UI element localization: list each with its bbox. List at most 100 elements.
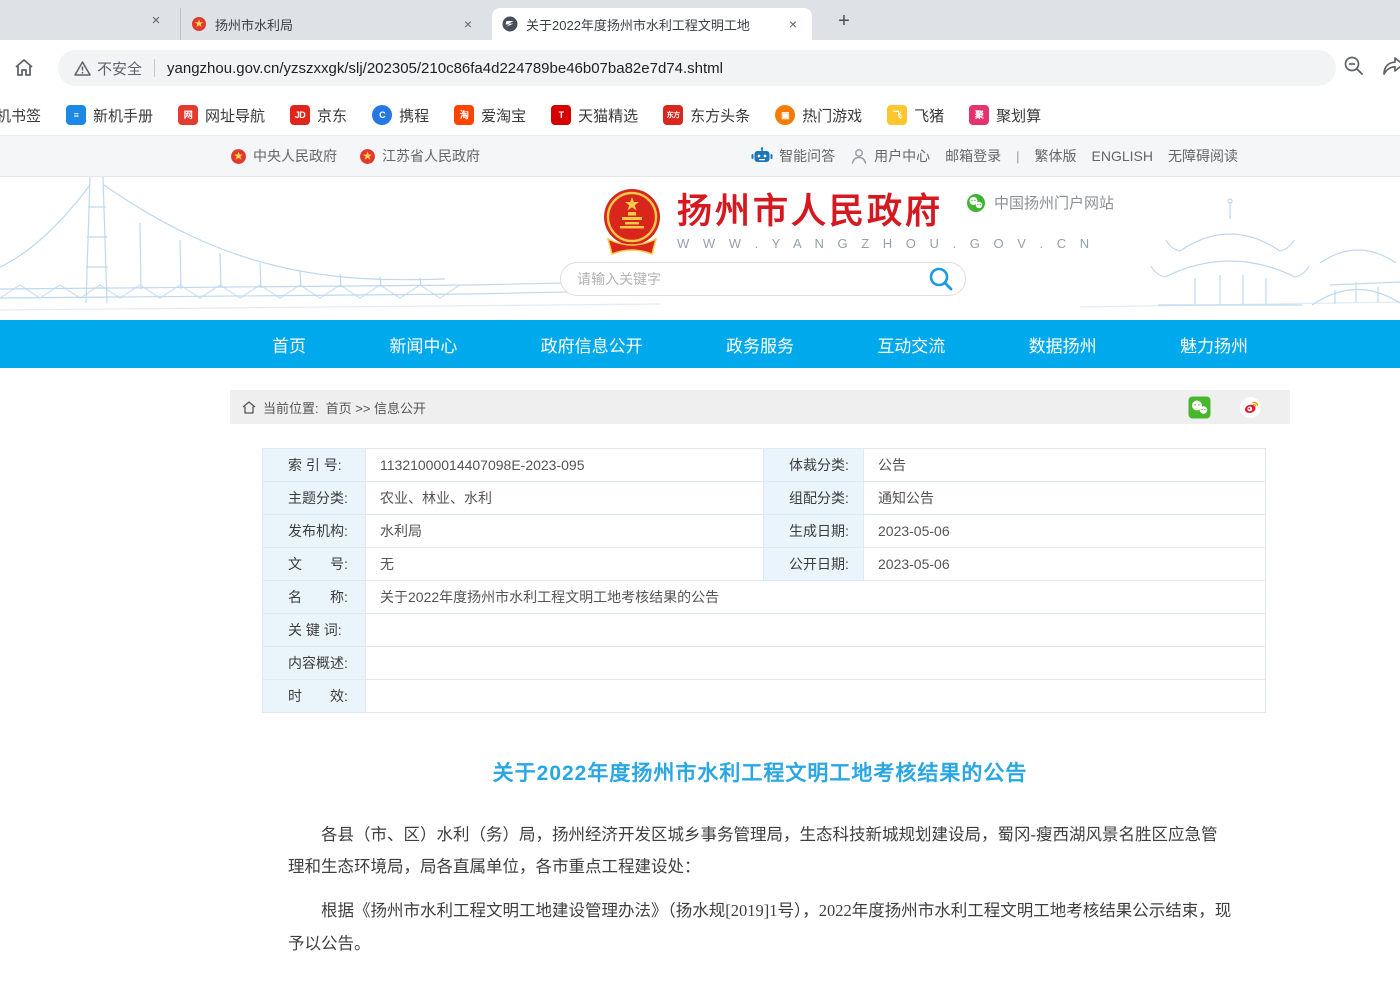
page-content: 当前位置: 首页 >> 信息公开	[0, 368, 1400, 997]
meta-label: 索 引 号:	[263, 449, 366, 482]
search-icon[interactable]	[927, 265, 955, 293]
meta-label: 文 号:	[263, 548, 366, 581]
article-paragraph: 根据《扬州市水利工程文明工地建设管理办法》（扬水规[2019]1号），2022年…	[288, 895, 1232, 959]
user-icon	[850, 147, 868, 165]
bookmark-label: 热门游戏	[802, 105, 862, 126]
toutiao-favicon: 东方	[663, 105, 683, 125]
bookmark-label: 京东	[317, 105, 347, 126]
link-label: 用户中心	[874, 146, 930, 166]
meta-value: 水利局	[366, 515, 764, 548]
bookmark-label: 新机手册	[93, 105, 153, 126]
table-row: 内容概述:	[263, 647, 1266, 680]
security-label: 不安全	[97, 58, 142, 79]
bookmark-label: 爱淘宝	[481, 105, 526, 126]
bookmark-item[interactable]: C 携程	[372, 105, 429, 126]
bookmark-item[interactable]: 东方 东方头条	[663, 105, 750, 126]
bookmark-item[interactable]: 网 网址导航	[178, 105, 265, 126]
link-central-gov[interactable]: 中央人民政府	[230, 146, 337, 166]
close-icon[interactable]: ×	[146, 10, 166, 30]
bookmark-label: 飞猪	[914, 105, 944, 126]
site-search	[560, 262, 966, 296]
link-user-center[interactable]: 用户中心	[850, 146, 930, 166]
bookmark-item[interactable]: T 天猫精选	[551, 105, 638, 126]
bookmark-item[interactable]: 机书签	[0, 105, 41, 126]
close-icon[interactable]: ×	[784, 15, 802, 33]
meta-label: 公开日期:	[764, 548, 864, 581]
bookmark-label: 携程	[399, 105, 429, 126]
meta-label: 时 效:	[263, 680, 366, 713]
bookmark-item[interactable]: ▣ 热门游戏	[775, 105, 862, 126]
link-label: 中央人民政府	[253, 146, 337, 166]
gov-emblem-favicon	[191, 16, 207, 32]
link-jiangsu-gov[interactable]: 江苏省人民政府	[359, 146, 480, 166]
breadcrumb: 当前位置: 首页 >> 信息公开	[230, 390, 1290, 424]
link-label: 江苏省人民政府	[382, 146, 480, 166]
nav-item-interaction[interactable]: 互动交流	[877, 332, 945, 357]
weibo-share-icon[interactable]	[1239, 396, 1262, 419]
nav-item-home[interactable]: 首页	[272, 332, 306, 357]
close-icon[interactable]: ×	[459, 15, 477, 33]
browser-address-row: 不安全 yangzhou.gov.cn/yzszxxgk/slj/202305/…	[0, 40, 1400, 95]
new-tab-button[interactable]: +	[832, 9, 856, 33]
divider: |	[1016, 149, 1019, 164]
warning-icon	[74, 61, 91, 76]
article-title: 关于2022年度扬州市水利工程文明工地考核结果的公告	[288, 757, 1232, 787]
bookmark-label: 聚划算	[996, 105, 1041, 126]
tab-title: 关于2022年度扬州市水利工程文明工地	[526, 15, 778, 34]
link-label: 邮箱登录	[945, 146, 1001, 166]
fliggy-favicon: 飞	[887, 105, 907, 125]
security-status[interactable]: 不安全	[74, 58, 142, 79]
taobao-favicon: 淘	[454, 105, 474, 125]
tab-announcement-active[interactable]: 关于2022年度扬州市水利工程文明工地 ×	[492, 8, 812, 40]
link-accessibility[interactable]: 无障碍阅读	[1168, 146, 1238, 166]
link-mail-login[interactable]: 邮箱登录	[945, 146, 1001, 166]
meta-label: 关 键 词:	[263, 614, 366, 647]
bookmark-label: 东方头条	[690, 105, 750, 126]
ctrip-favicon: C	[372, 105, 392, 125]
banner-artwork-pagoda	[1080, 177, 1400, 320]
link-traditional[interactable]: 繁体版	[1035, 146, 1077, 166]
yangzhou-z-favicon	[502, 16, 518, 32]
nav-item-charm[interactable]: 魅力扬州	[1180, 332, 1248, 357]
nav-item-info-disclosure[interactable]: 政府信息公开	[541, 332, 643, 357]
share-icon[interactable]	[1380, 54, 1400, 78]
meta-value	[366, 680, 1266, 713]
zoom-out-icon[interactable]	[1342, 54, 1366, 78]
gov-top-bar: 中央人民政府 江苏省人民政府 智能问答	[0, 135, 1400, 177]
url-text[interactable]: yangzhou.gov.cn/yzszxxgk/slj/202305/210c…	[167, 60, 723, 77]
bookmark-item[interactable]: 聚 聚划算	[969, 105, 1041, 126]
tab-yangzhou-water-bureau[interactable]: 扬州市水利局 ×	[180, 8, 487, 40]
article: 关于2022年度扬州市水利工程文明工地考核结果的公告 各县（市、区）水利（务）局…	[230, 757, 1290, 997]
home-icon[interactable]	[12, 56, 36, 80]
wechat-share-icon[interactable]	[1188, 396, 1211, 419]
meta-label: 组配分类:	[764, 482, 864, 515]
nav-item-news[interactable]: 新闻中心	[389, 332, 457, 357]
nav-item-services[interactable]: 政务服务	[726, 332, 794, 357]
meta-value	[366, 614, 1266, 647]
breadcrumb-path[interactable]: 首页 >> 信息公开	[326, 398, 426, 417]
link-label: 繁体版	[1035, 146, 1077, 166]
bookmark-label: 天猫精选	[578, 105, 638, 126]
link-smart-qa[interactable]: 智能问答	[751, 146, 835, 166]
document-meta-table: 索 引 号: 11321000014407098E-2023-095 体裁分类:…	[262, 448, 1266, 713]
manual-favicon: ≡	[66, 105, 86, 125]
meta-label: 生成日期:	[764, 515, 864, 548]
bookmark-item[interactable]: ≡ 新机手册	[66, 105, 153, 126]
main-navigation: 首页 新闻中心 政府信息公开 政务服务 互动交流 数据扬州 魅力扬州	[0, 320, 1400, 368]
link-english[interactable]: ENGLISH	[1092, 148, 1153, 164]
bookmark-item[interactable]: 淘 爱淘宝	[454, 105, 526, 126]
search-input[interactable]	[577, 271, 927, 287]
site-banner: 扬州市人民政府 W W W . Y A N G Z H O U . G O V …	[0, 177, 1400, 320]
tmall-favicon: T	[551, 105, 571, 125]
bookmark-item[interactable]: 飞 飞猪	[887, 105, 944, 126]
table-row: 索 引 号: 11321000014407098E-2023-095 体裁分类:…	[263, 449, 1266, 482]
portal-link[interactable]: 中国扬州门户网站	[966, 192, 1114, 213]
wechat-globe-icon	[966, 193, 986, 213]
address-bar[interactable]: 不安全 yangzhou.gov.cn/yzszxxgk/slj/202305/…	[58, 50, 1336, 86]
meta-label: 发布机构:	[263, 515, 366, 548]
meta-label: 体裁分类:	[764, 449, 864, 482]
bookmark-item[interactable]: JD 京东	[290, 105, 347, 126]
nav-item-data[interactable]: 数据扬州	[1029, 332, 1097, 357]
meta-label: 名 称:	[263, 581, 366, 614]
link-label: 无障碍阅读	[1168, 146, 1238, 166]
